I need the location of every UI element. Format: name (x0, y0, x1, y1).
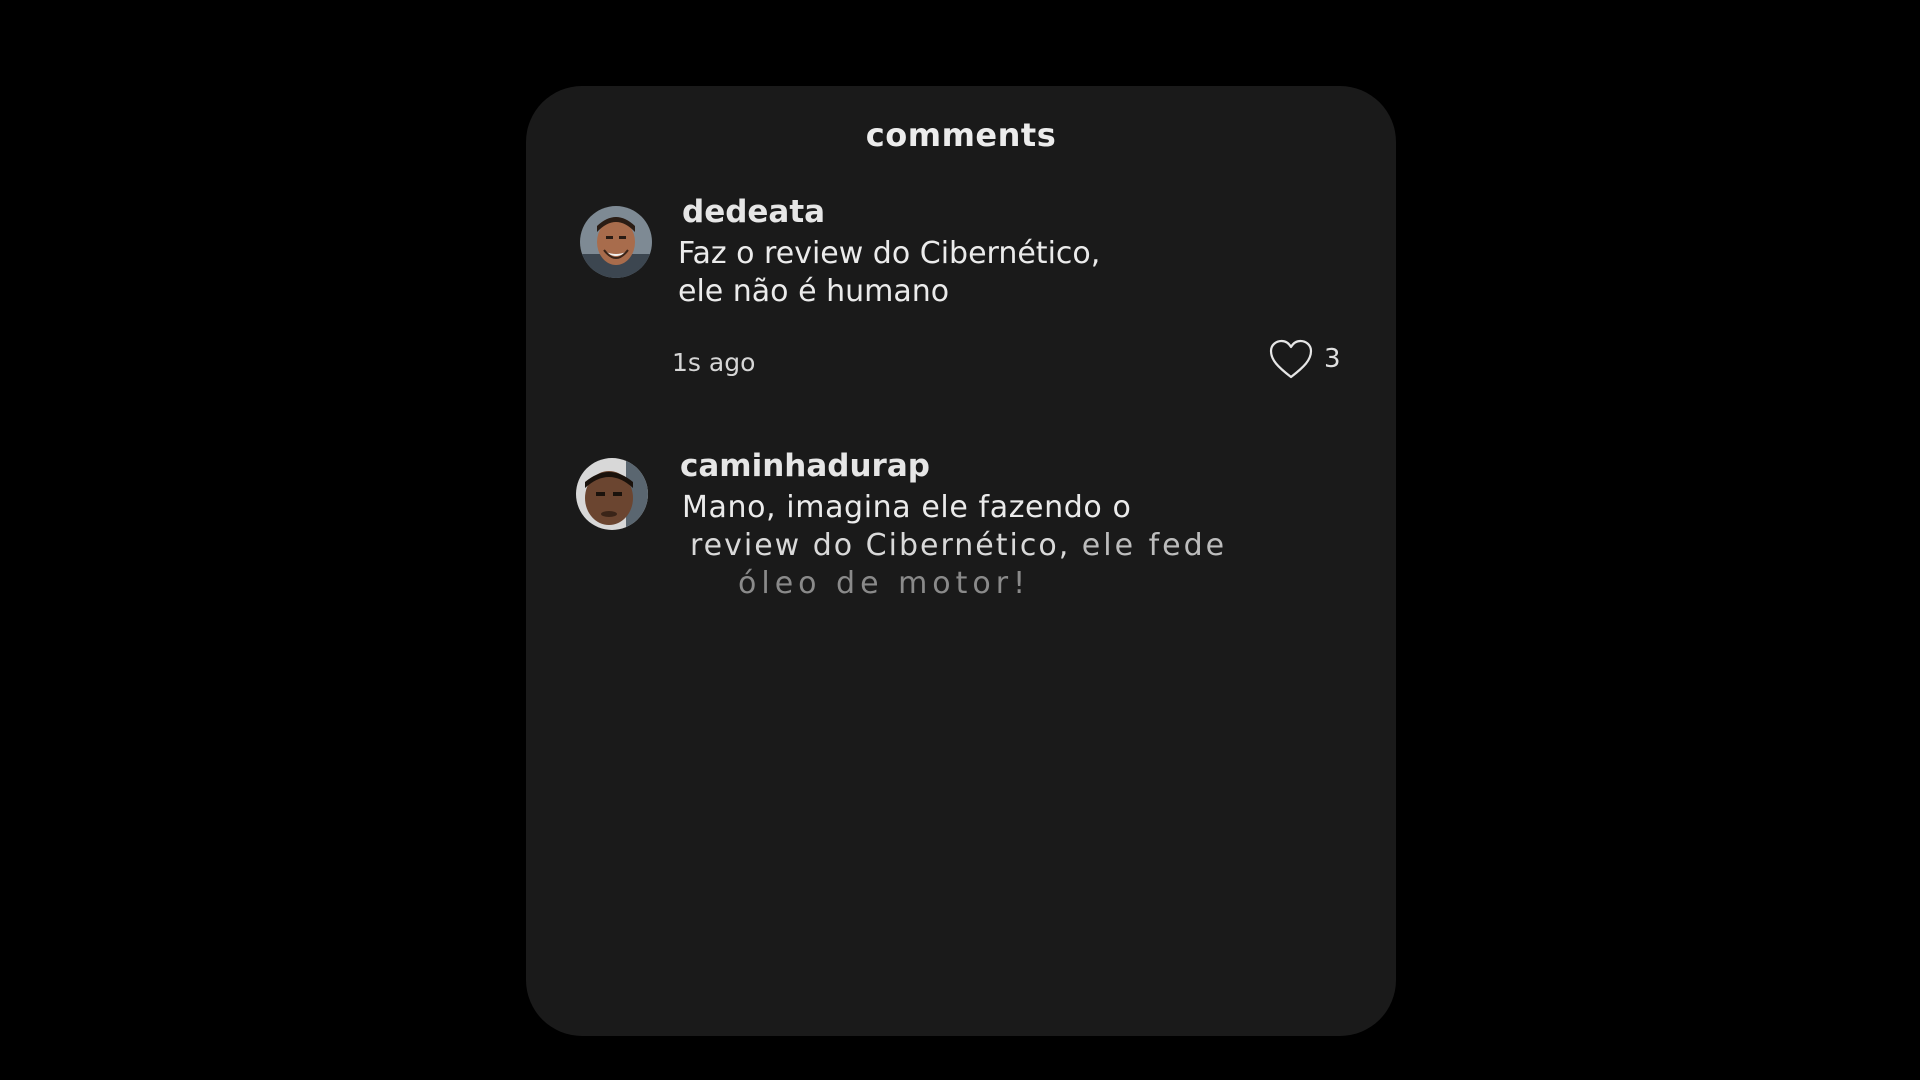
username[interactable]: dedeata (682, 194, 825, 230)
heart-outline-icon (1269, 339, 1313, 379)
comment-text-segment: ele fede (1081, 528, 1228, 563)
username[interactable]: caminhadurap (680, 448, 930, 484)
panel-title: comments (865, 116, 1057, 154)
comment-text-line: review do Cibernético, ele fede (690, 528, 1227, 563)
comments-panel: comments dedeata Faz o review do Ciberné… (526, 86, 1396, 1036)
comment-text-line: ele não é humano (678, 274, 950, 309)
comment-timestamp: 1s ago (672, 348, 756, 377)
avatar[interactable] (580, 206, 652, 278)
avatar[interactable] (576, 458, 648, 530)
like-count: 3 (1324, 344, 1341, 374)
comment-text-line: óleo de motor! (738, 566, 1031, 601)
comment-text-line: Faz o review do Cibernético, (678, 236, 1101, 271)
like-button[interactable] (1268, 338, 1314, 380)
comment-text-segment: review do Cibernético, (690, 528, 1071, 563)
comment-text-line: Mano, imagina ele fazendo o (682, 490, 1132, 525)
